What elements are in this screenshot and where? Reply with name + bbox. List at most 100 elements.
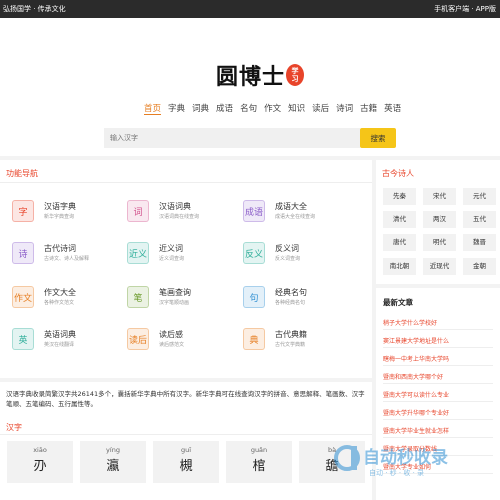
- function-nav-item[interactable]: 成语 成语大全 成语大全在线查询: [243, 200, 361, 240]
- poet-era-tag[interactable]: 金朝: [463, 258, 496, 275]
- poet-era-tag[interactable]: 元代: [463, 188, 496, 205]
- poet-era-tag[interactable]: 两汉: [423, 211, 456, 228]
- hanzi-char: 瀛: [106, 459, 120, 474]
- poet-era-tag[interactable]: 唐代: [383, 234, 416, 251]
- logo-text: 圆博士: [216, 64, 286, 90]
- nav-chengyu[interactable]: 成语: [216, 102, 233, 115]
- article-link[interactable]: 瞎梅一中考上华南大学吗: [383, 354, 449, 363]
- function-icon: 反义: [243, 242, 265, 264]
- function-name: 成语大全: [275, 202, 307, 211]
- mobile-app-link[interactable]: 手机客户端 · APP版: [434, 0, 496, 18]
- search-bar: 搜索: [104, 128, 396, 148]
- nav-zuowen[interactable]: 作文: [264, 102, 281, 115]
- poet-era-tag[interactable]: 魏晋: [463, 234, 496, 251]
- poet-era-tag[interactable]: 宋代: [423, 188, 456, 205]
- function-icon: 近义: [127, 242, 149, 264]
- hanzi-card[interactable]: xiāo 刅: [7, 441, 73, 483]
- top-bar: 弘扬国学 · 传承文化 手机客户端 · APP版: [0, 0, 500, 18]
- nav-yingyu[interactable]: 英语: [384, 102, 401, 115]
- hanzi-card[interactable]: guǎn 棺: [226, 441, 292, 483]
- poet-era-tag[interactable]: 五代: [463, 211, 496, 228]
- function-name: 汉语词典: [159, 202, 191, 211]
- function-nav-item[interactable]: 词 汉语词典汉语词典在线查询: [127, 200, 245, 240]
- function-nav-item[interactable]: 字 汉语字典 新华字典查询: [12, 200, 130, 240]
- poet-era-tag[interactable]: 近现代: [423, 258, 456, 275]
- poet-era-tag[interactable]: 先秦: [383, 188, 416, 205]
- nav-cidian[interactable]: 词典: [192, 102, 209, 115]
- function-nav-item[interactable]: 作文 作文大全 各种作文范文: [12, 286, 130, 326]
- function-desc: 近义词查询: [159, 256, 185, 262]
- hanzi-pinyin: yíng: [106, 446, 120, 454]
- nav-home[interactable]: 首页: [144, 102, 162, 115]
- function-name: 笔画查询: [159, 288, 191, 297]
- function-name: 读后感: [159, 330, 183, 339]
- article-divider: [383, 329, 493, 330]
- article-link[interactable]: 稍子大学什么学校好: [383, 318, 437, 327]
- main-nav: 首页 字典 词典 成语 名句 作文 知识 读后 诗词 古籍 英语: [144, 102, 408, 115]
- hanzi-pinyin: guǎn: [250, 446, 268, 454]
- poet-era-tag[interactable]: 明代: [423, 234, 456, 251]
- poet-era-tag[interactable]: 清代: [383, 211, 416, 228]
- function-icon: 词: [127, 200, 149, 222]
- function-name: 古代诗词: [44, 244, 76, 253]
- article-divider: [383, 347, 493, 348]
- dictionary-intro: 汉语字典收录简繁汉字共26141多个，囊括新华字典中所有汉字。新华字典可在线查询…: [6, 390, 365, 408]
- hanzi-char: 棺: [252, 459, 266, 474]
- function-name: 反义词: [275, 244, 299, 253]
- function-icon: 英: [12, 328, 34, 350]
- function-icon: 句: [243, 286, 265, 308]
- function-desc: 反义词查询: [275, 256, 301, 262]
- function-desc: 古代文学典籍: [275, 342, 306, 348]
- function-desc: 汉语词典在线查询: [159, 214, 200, 220]
- function-name: 经典名句: [275, 288, 307, 297]
- poet-era-tag[interactable]: 南北朝: [383, 258, 416, 275]
- hanzi-pinyin: xiāo: [33, 446, 47, 454]
- article-link[interactable]: 窦江景建大学地址是什么: [383, 336, 449, 345]
- hanzi-card[interactable]: guī 槻: [153, 441, 219, 483]
- function-desc: 各种经典名句: [275, 300, 306, 306]
- nav-zhishi[interactable]: 知识: [288, 102, 305, 115]
- nav-shici[interactable]: 诗词: [336, 102, 353, 115]
- function-desc: 各种作文范文: [44, 300, 75, 306]
- function-nav-item[interactable]: 近义 近义词近义词查询: [127, 242, 245, 282]
- nav-duhou[interactable]: 读后: [312, 102, 329, 115]
- function-desc: 成语大全在线查询: [275, 214, 316, 220]
- nav-zidian[interactable]: 字典: [168, 102, 185, 115]
- function-name: 作文大全: [44, 288, 76, 297]
- article-divider: [383, 383, 493, 384]
- function-icon: 诗: [12, 242, 34, 264]
- function-desc: 新华字典查询: [44, 214, 75, 220]
- search-input[interactable]: [104, 128, 360, 148]
- function-nav-item[interactable]: 反义 反义词反义词查询: [243, 242, 361, 282]
- article-link[interactable]: 暨南大学可以读什么专业: [383, 390, 449, 399]
- function-name: 近义词: [159, 244, 183, 253]
- function-nav-item[interactable]: 英 英语词典 英汉在线翻译: [12, 328, 130, 368]
- search-button[interactable]: 搜索: [360, 128, 396, 148]
- function-name: 汉语字典: [44, 202, 76, 211]
- watermark-text: 自动秒收录: [363, 447, 448, 468]
- articles-title: 最新文章: [383, 298, 413, 307]
- function-nav-item[interactable]: 读后 读后感 读后感范文: [127, 328, 245, 368]
- function-desc: 汉字笔顺动画: [159, 300, 190, 306]
- hanzi-card[interactable]: yíng 瀛: [80, 441, 146, 483]
- site-logo[interactable]: 圆博士 学 习: [216, 60, 305, 90]
- article-link[interactable]: 暨南和西南大学哪个好: [383, 372, 443, 381]
- nav-mingju[interactable]: 名句: [240, 102, 257, 115]
- article-divider: [383, 365, 493, 366]
- article-link[interactable]: 暨南大学毕业生就业怎样: [383, 426, 449, 435]
- function-icon: 笔: [127, 286, 149, 308]
- function-nav-item[interactable]: 笔 笔画查询汉字笔顺动画: [127, 286, 245, 326]
- hanzi-title: 汉字: [6, 423, 22, 432]
- nav-guji[interactable]: 古籍: [360, 102, 377, 115]
- function-nav-item[interactable]: 典 古代典籍 古代文学典籍: [243, 328, 361, 368]
- hanzi-char: 槻: [179, 459, 193, 474]
- article-divider: [383, 437, 493, 438]
- logo-seal: 学 习: [286, 64, 305, 86]
- function-nav-item[interactable]: 句 经典名句各种经典名句: [243, 286, 361, 326]
- function-icon: 典: [243, 328, 265, 350]
- function-nav-item[interactable]: 诗 古代诗词 古诗文、诗人及解释: [12, 242, 130, 282]
- divider: [0, 434, 372, 435]
- function-icon: 读后: [127, 328, 149, 350]
- article-link[interactable]: 暨南大学升华哪个专业好: [383, 408, 449, 417]
- hanzi-pinyin: guī: [180, 446, 192, 454]
